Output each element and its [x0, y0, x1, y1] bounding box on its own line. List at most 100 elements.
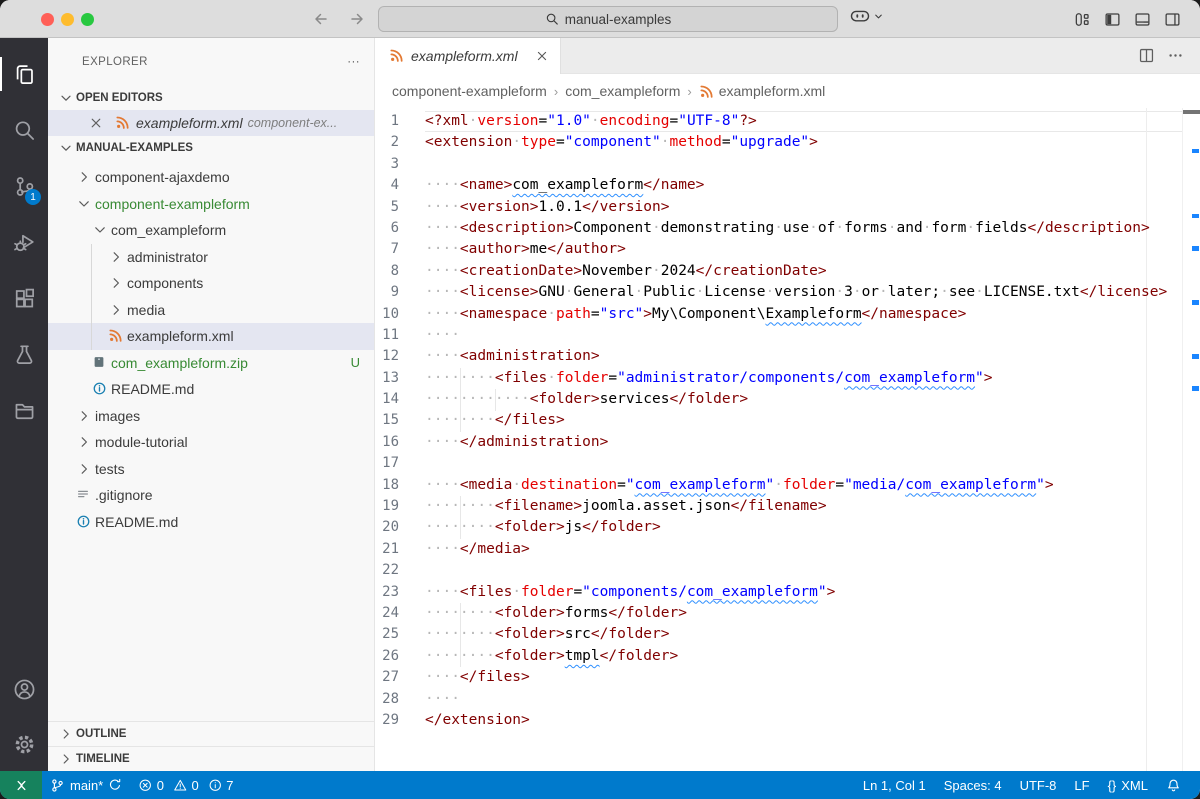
encoding-status[interactable]: UTF-8: [1011, 771, 1066, 799]
nav-back-button[interactable]: [310, 8, 332, 30]
code-line-18[interactable]: 18····<media·destination="com_examplefor…: [375, 475, 1200, 496]
explorer-sidebar: EXPLORER ··· OPEN EDITORS exampleform.xm…: [48, 38, 375, 771]
indentation-status[interactable]: Spaces: 4: [935, 771, 1011, 799]
code-line-7[interactable]: 7····<author>me</author>: [375, 239, 1200, 260]
code-line-6[interactable]: 6····<description>Component·demonstratin…: [375, 218, 1200, 239]
eol-status[interactable]: LF: [1065, 771, 1098, 799]
code-line-21[interactable]: 21····</media>: [375, 539, 1200, 560]
line-content: ····</administration>: [425, 432, 608, 453]
git-branch-status[interactable]: main*: [42, 771, 130, 799]
tree-item-tests[interactable]: tests: [48, 456, 374, 483]
xml-file-icon: [389, 48, 405, 64]
code-line-13[interactable]: 13········<files·folder="administrator/c…: [375, 368, 1200, 389]
chevron-right-icon: [108, 275, 124, 291]
notifications-bell[interactable]: [1157, 771, 1190, 799]
tree-item-exampleform-xml[interactable]: exampleform.xml: [48, 323, 374, 350]
toggle-primary-sidebar-button[interactable]: [1102, 9, 1122, 29]
code-line-11[interactable]: 11····: [375, 325, 1200, 346]
tree-item-component-ajaxdemo[interactable]: component-ajaxdemo: [48, 164, 374, 191]
tree-item-com-exampleform[interactable]: com_exampleform: [48, 217, 374, 244]
activity-item-source-control[interactable]: 1: [0, 158, 48, 214]
tab-close-icon[interactable]: [534, 48, 550, 64]
code-line-24[interactable]: 24········<folder>forms</folder>: [375, 603, 1200, 624]
command-center-search[interactable]: manual-examples: [378, 6, 838, 32]
outline-section-header[interactable]: OUTLINE: [48, 721, 374, 746]
code-line-3[interactable]: 3: [375, 154, 1200, 175]
breadcrumb-item-file[interactable]: exampleform.xml: [699, 83, 826, 99]
tree-item-component-exampleform[interactable]: component-exampleform: [48, 191, 374, 218]
tree-item-components[interactable]: components: [48, 270, 374, 297]
activity-item-settings[interactable]: [0, 717, 48, 771]
code-line-22[interactable]: 22: [375, 560, 1200, 581]
language-mode-status[interactable]: {} XML: [1099, 771, 1157, 799]
customize-layout-button[interactable]: [1072, 9, 1092, 29]
tree-item-images[interactable]: images: [48, 403, 374, 430]
close-icon[interactable]: [88, 115, 104, 131]
open-editors-header[interactable]: OPEN EDITORS: [48, 86, 374, 110]
tree-item-readme-md[interactable]: README.md: [48, 509, 374, 536]
tree-item-com-exampleform-zip[interactable]: com_exampleform.zipU: [48, 350, 374, 377]
code-line-10[interactable]: 10····<namespace·path="src">My\Component…: [375, 304, 1200, 325]
activity-item-testing[interactable]: [0, 326, 48, 382]
editor-more-actions-button[interactable]: [1167, 47, 1184, 64]
remote-indicator[interactable]: [0, 771, 42, 799]
code-line-12[interactable]: 12····<administration>: [375, 346, 1200, 367]
copilot-menu[interactable]: [850, 7, 884, 25]
line-number: 22: [375, 560, 425, 581]
activity-item-run-debug[interactable]: [0, 214, 48, 270]
tree-item-readme-md[interactable]: README.md: [48, 376, 374, 403]
tree-item-module-tutorial[interactable]: module-tutorial: [48, 429, 374, 456]
tab-exampleform-xml[interactable]: exampleform.xml: [375, 38, 561, 74]
activity-item-explorer[interactable]: [0, 46, 48, 102]
code-line-25[interactable]: 25········<folder>src</folder>: [375, 624, 1200, 645]
line-content: ····<files·folder="components/com_exampl…: [425, 582, 835, 603]
code-editor[interactable]: 1<?xml·version="1.0"·encoding="UTF-8"?>2…: [375, 108, 1200, 771]
code-line-5[interactable]: 5····<version>1.0.1</version>: [375, 197, 1200, 218]
code-line-27[interactable]: 27····</files>: [375, 667, 1200, 688]
code-line-1[interactable]: 1<?xml·version="1.0"·encoding="UTF-8"?>: [375, 111, 1200, 132]
code-line-9[interactable]: 9····<license>GNU·General·Public·License…: [375, 282, 1200, 303]
code-line-29[interactable]: 29</extension>: [375, 710, 1200, 731]
window-minimize-button[interactable]: [61, 13, 74, 26]
chevron-right-icon: [58, 726, 74, 742]
code-line-14[interactable]: 14············<folder>services</folder>: [375, 389, 1200, 410]
code-line-28[interactable]: 28····: [375, 689, 1200, 710]
branch-name: main*: [70, 778, 103, 793]
chevron-right-icon: [108, 249, 124, 265]
panel-right-icon: [1164, 11, 1181, 28]
activity-item-folder-explorer[interactable]: [0, 382, 48, 438]
code-line-2[interactable]: 2<extension·type="component"·method="upg…: [375, 132, 1200, 153]
activity-item-search[interactable]: [0, 102, 48, 158]
toggle-secondary-sidebar-button[interactable]: [1162, 9, 1182, 29]
toggle-panel-button[interactable]: [1132, 9, 1152, 29]
window-close-button[interactable]: [41, 13, 54, 26]
code-line-23[interactable]: 23····<files·folder="components/com_exam…: [375, 582, 1200, 603]
tree-item--gitignore[interactable]: .gitignore: [48, 482, 374, 509]
breadcrumb-item-subfolder[interactable]: com_exampleform: [565, 83, 680, 99]
activity-item-accounts[interactable]: [0, 661, 48, 717]
code-line-15[interactable]: 15········</files>: [375, 410, 1200, 431]
nav-forward-button[interactable]: [346, 8, 368, 30]
cursor-position-status[interactable]: Ln 1, Col 1: [854, 771, 935, 799]
explorer-actions-button[interactable]: ···: [347, 56, 360, 68]
workspace-section-header[interactable]: MANUAL-EXAMPLES: [48, 136, 374, 160]
line-number: 16: [375, 432, 425, 453]
problems-status[interactable]: 0 0 7: [130, 771, 246, 799]
tree-item-administrator[interactable]: administrator: [48, 244, 374, 271]
code-line-8[interactable]: 8····<creationDate>November·2024</creati…: [375, 261, 1200, 282]
open-editor-exampleform[interactable]: exampleform.xml component-ex...: [48, 110, 374, 136]
code-line-20[interactable]: 20········<folder>js</folder>: [375, 517, 1200, 538]
window-zoom-button[interactable]: [81, 13, 94, 26]
timeline-section-header[interactable]: TIMELINE: [48, 746, 374, 771]
code-line-17[interactable]: 17: [375, 453, 1200, 474]
activity-item-extensions[interactable]: [0, 270, 48, 326]
overview-ruler[interactable]: [1182, 108, 1200, 771]
breadcrumb-item-folder[interactable]: component-exampleform: [392, 83, 547, 99]
tree-item-media[interactable]: media: [48, 297, 374, 324]
split-editor-button[interactable]: [1138, 47, 1155, 64]
code-line-4[interactable]: 4····<name>com_exampleform</name>: [375, 175, 1200, 196]
tree-indent-guide: [91, 244, 92, 350]
code-line-19[interactable]: 19········<filename>joomla.asset.json</f…: [375, 496, 1200, 517]
code-line-26[interactable]: 26········<folder>tmpl</folder>: [375, 646, 1200, 667]
code-line-16[interactable]: 16····</administration>: [375, 432, 1200, 453]
